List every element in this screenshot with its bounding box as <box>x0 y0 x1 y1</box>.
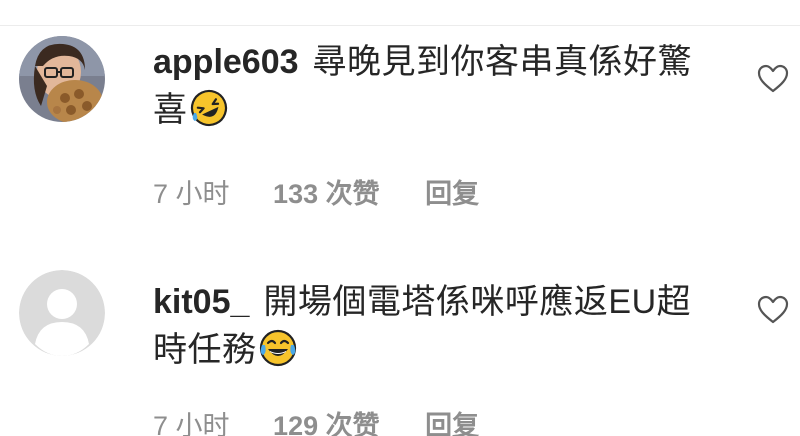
comment-meta: 7 小时 133 次赞 回复 <box>153 172 479 211</box>
reply-button[interactable]: 回复 <box>425 404 479 436</box>
comment-body: apple603 尋晚見到你客串真係好驚喜 <box>153 38 713 134</box>
likes-count-button[interactable]: 129 次赞 <box>273 404 380 436</box>
reply-button[interactable]: 回复 <box>425 172 479 211</box>
heart-icon[interactable] <box>757 295 789 325</box>
tears-of-joy-emoji-icon <box>259 329 297 367</box>
comment-username[interactable]: kit05_ <box>153 283 249 321</box>
comment-body: kit05_ 開場個電塔係咪呼應返EU超時任務 <box>153 278 713 374</box>
comment-meta: 7 小时 129 次赞 回复 <box>153 404 479 436</box>
comment-time: 7 小时 <box>153 179 230 209</box>
avatar[interactable] <box>19 36 105 122</box>
default-avatar-icon[interactable] <box>19 270 105 356</box>
top-divider <box>0 0 800 26</box>
rolling-laughing-emoji-icon <box>190 89 228 127</box>
likes-count-button[interactable]: 133 次赞 <box>273 172 380 211</box>
comment-username[interactable]: apple603 <box>153 43 299 81</box>
heart-icon[interactable] <box>757 64 789 94</box>
comment-time: 7 小时 <box>153 411 230 436</box>
